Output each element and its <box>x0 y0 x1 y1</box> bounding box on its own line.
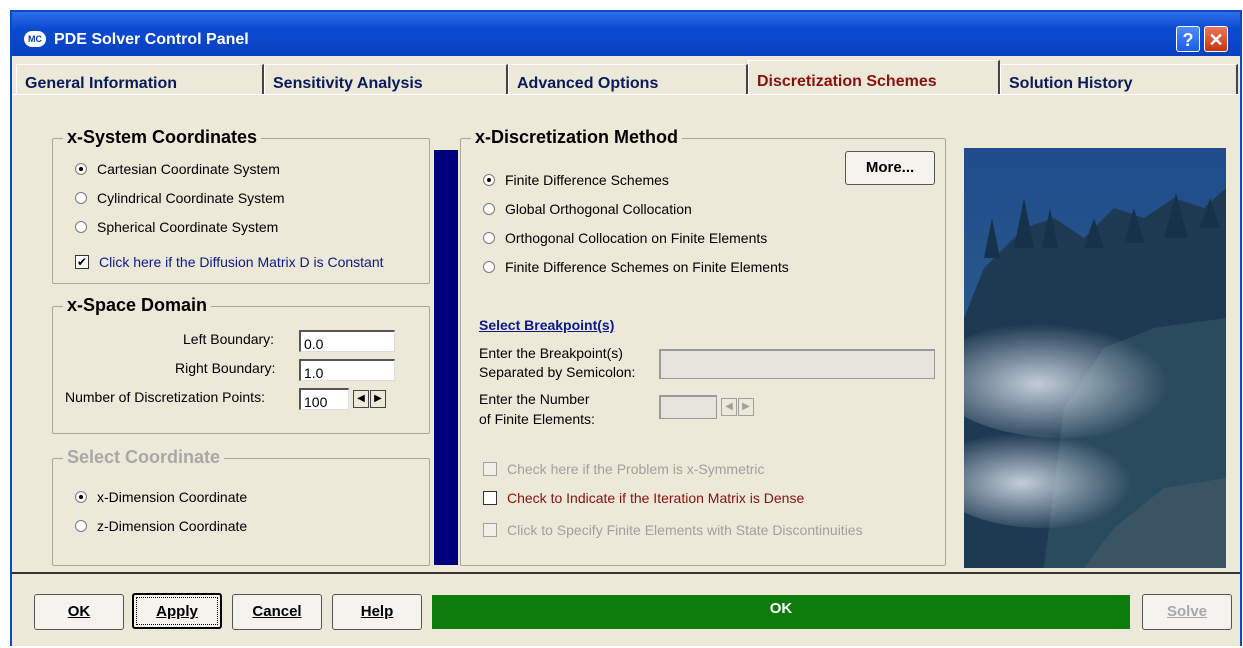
cancel-button[interactable]: Cancel <box>232 594 322 630</box>
app-logo-icon: MC <box>24 31 46 47</box>
checkmark-icon: ✔ <box>75 255 89 269</box>
select-coordinate-group: Select Coordinate x-Dimension Coordinate… <box>52 447 430 566</box>
tab-label: Sensitivity Analysis <box>273 75 423 92</box>
apply-button[interactable]: Apply <box>132 593 222 629</box>
button-label: OK <box>67 603 91 620</box>
tab-content: x-System Coordinates Cartesian Coordinat… <box>12 94 1240 573</box>
radio-icon <box>75 520 87 532</box>
checkbox-label: Click here if the Diffusion Matrix D is … <box>99 254 384 270</box>
radio-label: Orthogonal Collocation on Finite Element… <box>505 230 768 246</box>
dense-matrix-checkbox[interactable]: Check to Indicate if the Iteration Matri… <box>483 490 804 506</box>
right-boundary-input[interactable]: 1.0 <box>299 359 395 381</box>
radio-label: Spherical Coordinate System <box>97 219 279 235</box>
diffusion-constant-checkbox[interactable]: ✔ Click here if the Diffusion Matrix D is… <box>75 254 384 270</box>
radio-label: Finite Difference Schemes on Finite Elem… <box>505 259 789 275</box>
discretization-method-group: x-Discretization Method More... Finite D… <box>460 127 946 566</box>
radio-label: Global Orthogonal Collocation <box>505 201 692 217</box>
checkbox-icon <box>483 491 497 505</box>
tab-label: General Information <box>25 75 178 92</box>
increment-arrow-icon[interactable]: ▶ <box>370 390 386 408</box>
radio-z-dimension[interactable]: z-Dimension Coordinate <box>75 518 247 534</box>
radio-finite-difference[interactable]: Finite Difference Schemes <box>483 172 669 188</box>
checkbox-label: Check to Indicate if the Iteration Matri… <box>507 490 805 506</box>
tab-sensitivity-analysis[interactable]: Sensitivity Analysis <box>264 64 508 94</box>
left-boundary-input[interactable]: 0.0 <box>299 330 395 352</box>
radio-icon <box>483 174 495 186</box>
elements-input[interactable] <box>659 395 717 419</box>
points-input[interactable]: 100 <box>299 388 349 410</box>
radio-icon <box>483 261 495 273</box>
radio-label: x-Dimension Coordinate <box>97 489 248 505</box>
radio-icon <box>75 163 87 175</box>
button-label: Apply <box>156 603 198 620</box>
checkbox-label: Click to Specify Finite Elements with St… <box>507 522 863 538</box>
radio-label: Cylindrical Coordinate System <box>97 190 285 206</box>
button-label: Help <box>360 603 394 620</box>
discontinuity-checkbox[interactable]: Click to Specify Finite Elements with St… <box>483 522 863 538</box>
elements-label: Enter the Number <box>479 391 590 407</box>
radio-label: z-Dimension Coordinate <box>97 518 248 534</box>
elements-label-2: of Finite Elements: <box>479 411 595 427</box>
space-domain-group: x-Space Domain Left Boundary: 0.0 Right … <box>52 295 430 434</box>
checkbox-label: Check here if the Problem is x-Symmetric <box>507 461 765 477</box>
radio-icon <box>483 203 495 215</box>
help-icon[interactable]: ? <box>1176 26 1200 52</box>
group-title: x-Discretization Method <box>471 127 683 148</box>
radio-global-collocation[interactable]: Global Orthogonal Collocation <box>483 201 692 217</box>
window-title: PDE Solver Control Panel <box>54 31 249 48</box>
ok-button[interactable]: OK <box>34 594 124 630</box>
tab-advanced-options[interactable]: Advanced Options <box>508 64 748 94</box>
forest-fog-image <box>964 148 1226 568</box>
radio-cartesian[interactable]: Cartesian Coordinate System <box>75 161 280 177</box>
left-boundary-label: Left Boundary: <box>183 331 275 347</box>
decrement-arrow-icon[interactable]: ◀ <box>353 390 369 408</box>
group-title: Select Coordinate <box>63 447 225 468</box>
tab-label: Discretization Schemes <box>757 73 937 90</box>
radio-icon <box>75 491 87 503</box>
radio-fd-finite-elements[interactable]: Finite Difference Schemes on Finite Elem… <box>483 259 789 275</box>
right-boundary-label: Right Boundary: <box>175 360 276 376</box>
pde-solver-window: MC PDE Solver Control Panel ? ✕ General … <box>10 10 1242 646</box>
radio-label: Finite Difference Schemes <box>505 172 669 188</box>
breakpoint-label: Enter the Breakpoint(s) <box>479 345 623 361</box>
status-bar: OK <box>432 595 1130 629</box>
more-button[interactable]: More... <box>845 151 935 185</box>
tab-label: Solution History <box>1009 75 1133 92</box>
breakpoint-label-2: Separated by Semicolon: <box>479 364 636 380</box>
close-icon[interactable]: ✕ <box>1204 26 1228 52</box>
title-bar: MC PDE Solver Control Panel ? ✕ <box>12 12 1240 56</box>
radio-label: Cartesian Coordinate System <box>97 161 280 177</box>
radio-icon <box>75 221 87 233</box>
system-coordinates-group: x-System Coordinates Cartesian Coordinat… <box>52 127 430 284</box>
help-button[interactable]: Help <box>332 594 422 630</box>
button-label: More... <box>865 159 915 176</box>
decrement-arrow-icon[interactable]: ◀ <box>721 398 737 416</box>
tab-label: Advanced Options <box>517 75 659 92</box>
select-breakpoints-link[interactable]: Select Breakpoint(s) <box>479 317 614 333</box>
checkbox-icon <box>483 462 497 476</box>
divider-bar <box>434 150 458 565</box>
increment-arrow-icon[interactable]: ▶ <box>738 398 754 416</box>
group-title: x-System Coordinates <box>63 127 262 148</box>
radio-spherical[interactable]: Spherical Coordinate System <box>75 219 278 235</box>
radio-icon <box>75 192 87 204</box>
radio-collocation-finite-elements[interactable]: Orthogonal Collocation on Finite Element… <box>483 230 767 246</box>
symmetric-checkbox[interactable]: Check here if the Problem is x-Symmetric <box>483 461 765 477</box>
radio-cylindrical[interactable]: Cylindrical Coordinate System <box>75 190 285 206</box>
points-label: Number of Discretization Points: <box>65 389 265 405</box>
button-label: Cancel <box>252 603 302 620</box>
group-title: x-Space Domain <box>63 295 212 316</box>
breakpoints-input[interactable] <box>659 349 935 379</box>
tab-general-information[interactable]: General Information <box>16 64 264 94</box>
radio-x-dimension[interactable]: x-Dimension Coordinate <box>75 489 247 505</box>
tab-solution-history[interactable]: Solution History <box>1000 64 1238 94</box>
checkbox-icon <box>483 523 497 537</box>
tab-discretization-schemes[interactable]: Discretization Schemes <box>748 60 1000 94</box>
solve-button[interactable]: Solve <box>1142 594 1232 630</box>
tab-strip: General Information Sensitivity Analysis… <box>12 56 1240 94</box>
button-label: Solve <box>1166 603 1208 620</box>
radio-icon <box>483 232 495 244</box>
